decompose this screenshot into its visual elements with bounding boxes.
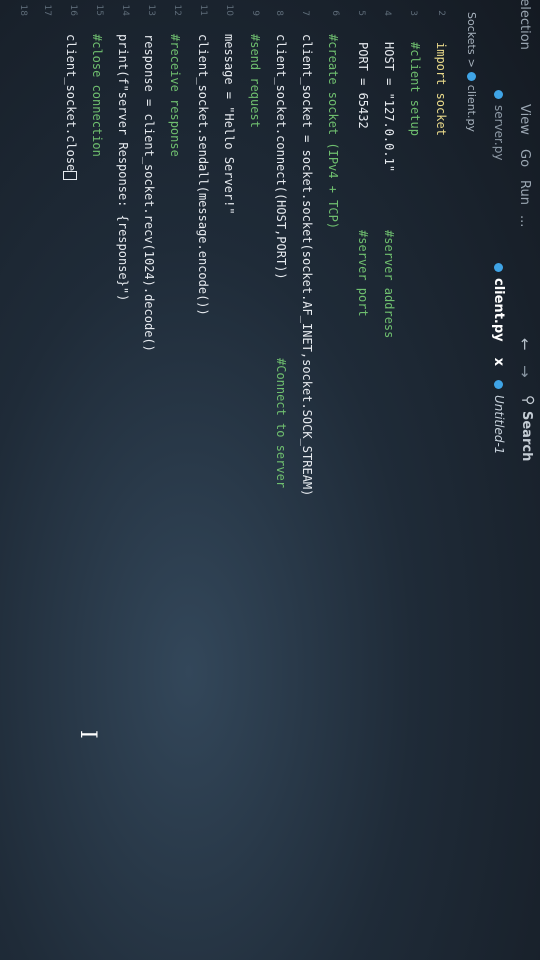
code-comment: #send request <box>248 34 262 128</box>
code-editor[interactable]: 2 3 4 5 6 7 8 9 10 11 12 13 14 15 16 17 … <box>0 0 460 960</box>
breadcrumb-file[interactable]: client.py <box>466 85 479 132</box>
line-number: 17 <box>42 4 52 16</box>
close-icon[interactable]: x <box>491 358 506 366</box>
tab-server-py[interactable]: server.py <box>492 90 506 160</box>
code-text: client_socket.close <box>64 34 78 172</box>
line-number: 5 <box>356 10 366 16</box>
code-line: PORT = 65432 <box>356 42 370 129</box>
menu-selection[interactable]: Selection <box>517 0 532 50</box>
forward-arrow-icon[interactable]: → <box>516 365 534 378</box>
code-comment: #server address <box>382 230 396 339</box>
code-comment: #create socket (IPv4 + TCP) <box>326 34 340 230</box>
tab-label: Untitled-1 <box>492 395 506 455</box>
python-file-icon <box>494 380 504 389</box>
line-number: 3 <box>408 10 418 16</box>
ibeam-cursor-icon: I <box>75 730 100 739</box>
tab-label: server.py <box>492 105 506 161</box>
breadcrumb: Sockets > client.py <box>462 0 482 132</box>
line-number: 12 <box>172 4 182 16</box>
editor-window: Selection View Go Run ... ← → ⚲ Search s… <box>0 0 540 960</box>
search-icon: ⚲ <box>520 395 536 406</box>
tab-label: client.py <box>491 278 506 342</box>
menu-run[interactable]: Run <box>517 180 532 205</box>
breadcrumb-separator: > <box>465 58 479 68</box>
line-number: 7 <box>300 10 310 16</box>
command-center-search[interactable]: ⚲ Search <box>514 395 536 815</box>
line-number: 6 <box>330 10 340 16</box>
code-line: client_socket.sendall(message.encode()) <box>196 34 210 316</box>
code-line-with-cursor: client_socket.close <box>63 34 78 181</box>
code-line: print(f"server Response: {response}") <box>116 34 130 302</box>
line-number: 2 <box>436 10 446 16</box>
python-file-icon <box>494 263 503 272</box>
python-file-icon <box>494 90 504 99</box>
code-line: message = "Hello Server!" <box>222 34 236 215</box>
code-comment: #close connection <box>90 34 104 157</box>
code-line: response = client_socket.recv(1024).deco… <box>142 34 156 352</box>
menu-more[interactable]: ... <box>517 215 532 227</box>
code-line: client_socket = socket.socket(socket.AF_… <box>300 34 314 497</box>
line-number: 13 <box>146 4 156 16</box>
text-caret <box>63 171 78 181</box>
tab-bar: server.py client.py x Untitled-1 <box>482 0 510 960</box>
back-arrow-icon[interactable]: ← <box>516 338 534 351</box>
line-number: 15 <box>94 4 104 16</box>
tab-untitled-1[interactable]: Untitled-1 <box>492 380 506 454</box>
menu-bar: Selection View Go Run ... ← → ⚲ Search <box>510 0 540 960</box>
line-number: 4 <box>382 10 392 16</box>
menu-go[interactable]: Go <box>517 149 532 167</box>
code-comment: #Connect to server <box>274 358 288 489</box>
menu-view[interactable]: View <box>517 104 532 135</box>
code-comment: #client setup <box>408 42 422 136</box>
tab-client-py[interactable]: client.py x <box>491 263 506 366</box>
code-line: HOST = "127.0.0.1" <box>382 42 396 173</box>
code-line: client_socket.connect((HOST,PORT)) <box>274 34 288 280</box>
breadcrumb-folder[interactable]: Sockets <box>466 12 479 55</box>
line-number: 10 <box>224 4 234 16</box>
python-file-icon <box>467 71 477 81</box>
line-number: 8 <box>274 10 284 16</box>
code-line: import socket <box>434 42 448 136</box>
line-number: 14 <box>120 4 130 16</box>
line-number: 9 <box>250 10 260 16</box>
search-label: Search <box>519 411 534 462</box>
line-number: 16 <box>68 4 78 16</box>
line-number: 11 <box>198 4 208 16</box>
line-number: 18 <box>18 4 28 16</box>
code-comment: #server port <box>356 230 370 317</box>
code-comment: #receive response <box>168 34 182 157</box>
